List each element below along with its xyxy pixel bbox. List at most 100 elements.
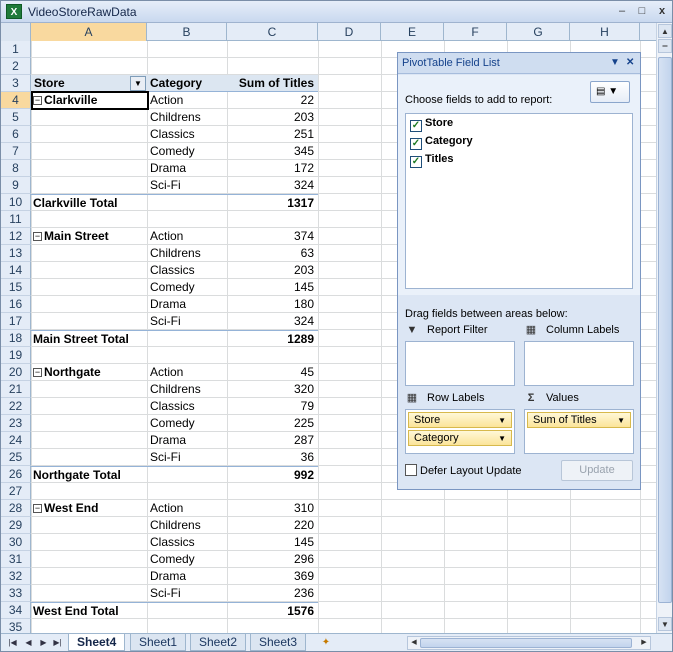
row-header[interactable]: 28 [1,500,31,517]
horizontal-scroll-thumb[interactable] [420,638,632,648]
pivot-category: Action [150,365,184,379]
row-header[interactable]: 14 [1,262,31,279]
excel-icon[interactable]: X [6,4,22,19]
panel-close-icon[interactable]: ✕ [626,57,634,68]
row-header[interactable]: 31 [1,551,31,568]
maximize-button[interactable]: □ [633,4,651,20]
column-header-c[interactable]: C [227,23,318,41]
scroll-up-icon[interactable]: ▲ [658,24,672,38]
pivot-value: 369 [293,569,314,583]
scroll-right-icon[interactable]: ▶ [638,637,650,649]
collapse-icon[interactable]: − [33,368,42,377]
close-button[interactable]: x [653,4,671,20]
row-header[interactable]: 33 [1,585,31,602]
store-filter-dropdown-icon[interactable]: ▼ [130,76,146,91]
row-header[interactable]: 3 [1,75,31,92]
field-checklist: ✓ Store ✓ Category ✓ Titles [405,113,633,289]
select-all-corner[interactable] [1,23,31,41]
column-header-h[interactable]: H [570,23,640,41]
row-field-category[interactable]: Category ▼ [408,430,512,446]
field-item-category[interactable]: ✓ Category [410,133,473,150]
column-labels-area[interactable] [524,341,634,386]
row-header[interactable]: 13 [1,245,31,262]
row-header[interactable]: 23 [1,415,31,432]
update-button[interactable]: Update [561,460,633,481]
row-header[interactable]: 15 [1,279,31,296]
last-sheet-icon[interactable]: ▶| [52,636,63,649]
defer-checkbox-icon[interactable] [405,464,417,476]
column-header-b[interactable]: B [147,23,227,41]
defer-layout-update[interactable]: Defer Layout Update [405,463,522,479]
row-header[interactable]: 6 [1,126,31,143]
row-labels-area[interactable]: Store ▼ Category ▼ [405,409,515,454]
row-header[interactable]: 18 [1,330,31,347]
row-header[interactable]: 32 [1,568,31,585]
vertical-scroll-thumb[interactable] [658,57,672,603]
next-sheet-icon[interactable]: ▶ [38,636,49,649]
pivot-value: 236 [293,586,314,600]
row-header[interactable]: 1 [1,41,31,58]
column-headers: A B C D E F G H [1,23,656,41]
scroll-left-icon[interactable]: ◀ [408,637,420,649]
row-header[interactable]: 24 [1,432,31,449]
sheet-tab-sheet4[interactable]: Sheet4 [68,634,126,651]
checkbox-icon[interactable]: ✓ [410,156,422,168]
row-header[interactable]: 10 [1,194,31,211]
row-header[interactable]: 34 [1,602,31,619]
panel-menu-icon[interactable]: ▼ [610,57,620,68]
field-list-header: PivotTable Field List ▼ ✕ [398,53,640,74]
row-header[interactable]: 27 [1,483,31,500]
pivot-store-label[interactable]: − Northgate [33,364,147,381]
report-filter-area[interactable] [405,341,515,386]
row-header[interactable]: 19 [1,347,31,364]
checkbox-icon[interactable]: ✓ [410,138,422,150]
row-header[interactable]: 11 [1,211,31,228]
row-header[interactable]: 12 [1,228,31,245]
row-header[interactable]: 22 [1,398,31,415]
row-header[interactable]: 26 [1,466,31,483]
column-header-f[interactable]: F [444,23,507,41]
sheet-tab-sheet3[interactable]: Sheet3 [250,634,307,651]
checkbox-icon[interactable]: ✓ [410,120,422,132]
row-header[interactable]: 16 [1,296,31,313]
sheet-tab-sheet1[interactable]: Sheet1 [130,634,187,651]
pivot-store-label[interactable]: − Main Street [33,228,147,245]
defer-label: Defer Layout Update [420,465,522,477]
column-header-e[interactable]: E [381,23,444,41]
prev-sheet-icon[interactable]: ◀ [23,636,34,649]
row-header[interactable]: 17 [1,313,31,330]
field-item-titles[interactable]: ✓ Titles [410,151,454,168]
row-header[interactable]: 21 [1,381,31,398]
insert-sheet-icon[interactable]: ✦ [317,635,335,650]
row-header[interactable]: 9 [1,177,31,194]
scroll-down-icon[interactable]: ▼ [658,617,672,631]
row-header[interactable]: 7 [1,143,31,160]
split-handle-icon[interactable]: ═ [658,39,672,53]
horizontal-scrollbar[interactable]: ◀ ▶ [407,636,651,650]
first-sheet-icon[interactable]: |◀ [7,636,18,649]
field-layout-button[interactable]: ▤ ▼ [590,81,630,103]
row-header[interactable]: 25 [1,449,31,466]
row-header[interactable]: 29 [1,517,31,534]
vertical-scrollbar[interactable]: ▲ ═ ▼ [656,23,672,633]
column-header-a[interactable]: A [31,23,147,41]
row-header[interactable]: 8 [1,160,31,177]
active-cell-selection[interactable] [31,91,149,110]
pivot-category: Comedy [150,280,195,294]
minimize-button[interactable]: – [613,4,631,20]
collapse-icon[interactable]: − [33,504,42,513]
value-field-sum-of-titles[interactable]: Sum of Titles ▼ [527,412,631,428]
row-header[interactable]: 2 [1,58,31,75]
row-header[interactable]: 20 [1,364,31,381]
column-header-g[interactable]: G [507,23,570,41]
row-header[interactable]: 4 [1,92,31,109]
values-area[interactable]: Sum of Titles ▼ [524,409,634,454]
sheet-tab-sheet2[interactable]: Sheet2 [190,634,247,651]
row-header[interactable]: 30 [1,534,31,551]
row-field-store[interactable]: Store ▼ [408,412,512,428]
field-item-store[interactable]: ✓ Store [410,115,453,132]
pivot-store-label[interactable]: − West End [33,500,147,517]
collapse-icon[interactable]: − [33,232,42,241]
row-header[interactable]: 5 [1,109,31,126]
column-header-d[interactable]: D [318,23,381,41]
